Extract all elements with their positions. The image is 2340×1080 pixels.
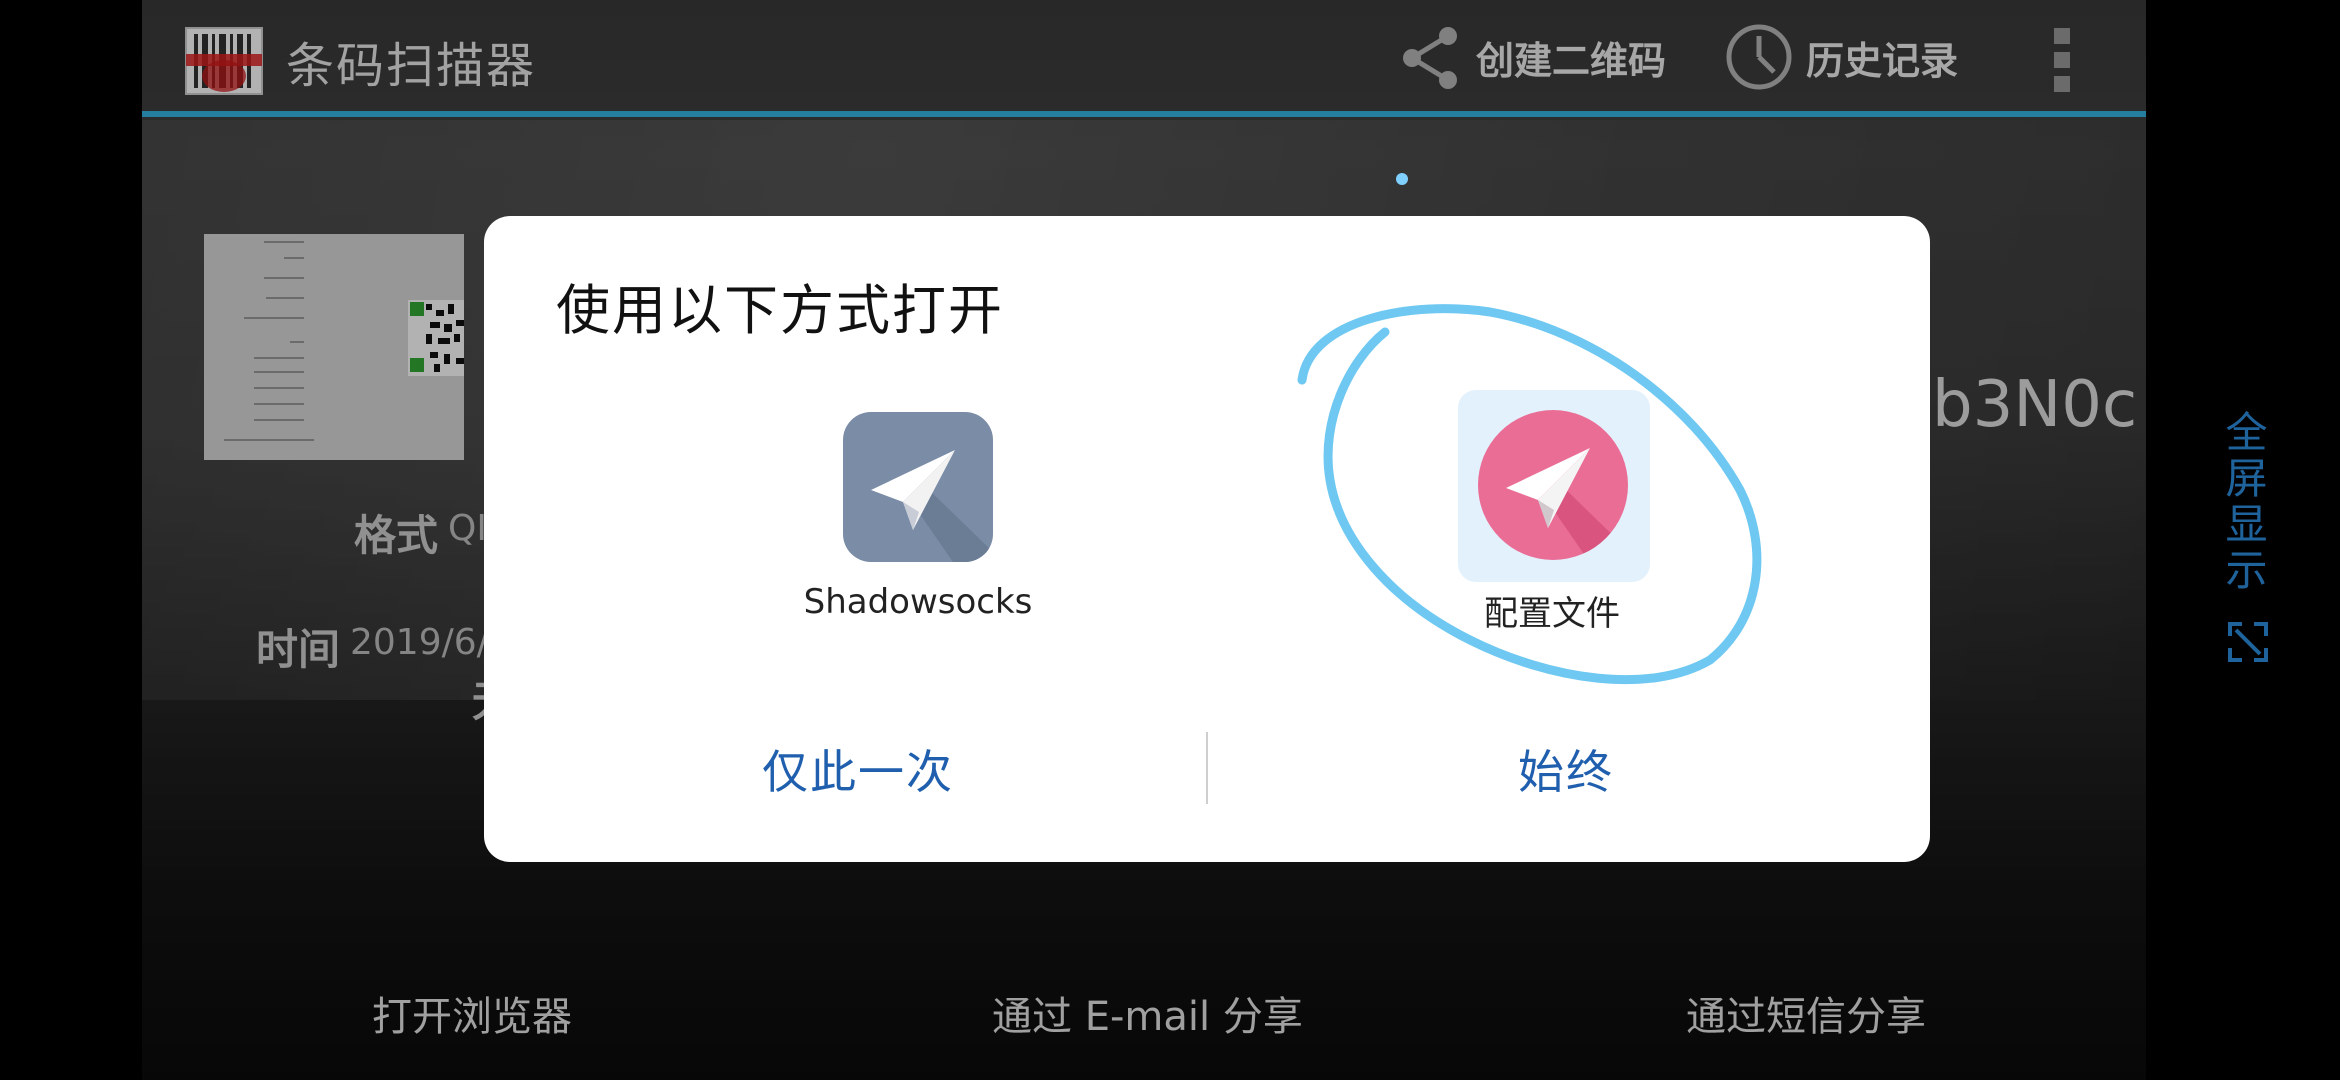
hand-drawn-circle-annotation bbox=[1297, 304, 1762, 685]
always-button[interactable]: 始终 bbox=[1518, 736, 1614, 802]
dialog-title: 使用以下方式打开 bbox=[556, 279, 1004, 342]
paper-plane-icon bbox=[843, 412, 993, 562]
option-label: Shadowsocks bbox=[803, 582, 1033, 622]
button-divider bbox=[1206, 732, 1208, 804]
touch-dot bbox=[1396, 173, 1408, 185]
option-shadowsocks[interactable]: Shadowsocks bbox=[768, 386, 1068, 646]
just-once-button[interactable]: 仅此一次 bbox=[762, 736, 954, 802]
